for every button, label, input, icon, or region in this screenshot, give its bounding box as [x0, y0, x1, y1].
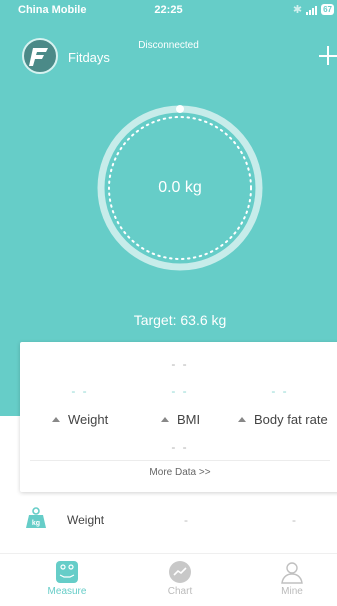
bodyfat-metric[interactable]: Body fat rate [238, 412, 328, 427]
signal-icon [306, 4, 318, 15]
weight-readout: 0.0 kg [158, 179, 202, 196]
clock: 22:25 [154, 4, 183, 16]
dial-indicator [176, 105, 184, 113]
weight-scale-icon: kg [24, 506, 48, 530]
row-divider [0, 553, 337, 554]
svg-text:kg: kg [32, 520, 40, 527]
tab-measure[interactable]: Measure [17, 560, 117, 597]
tab-chart[interactable]: Chart [130, 560, 230, 597]
connection-status: Disconnected [138, 40, 199, 51]
add-button[interactable] [315, 40, 337, 70]
bodyfat-metric-label: Body fat rate [254, 412, 328, 427]
more-data-link[interactable]: More Data >> [20, 467, 337, 478]
triangle-up-icon [52, 417, 60, 422]
weight-row-change: - [292, 513, 296, 527]
bodyfat-value: - - [271, 384, 289, 398]
top-placeholder: - - [171, 357, 189, 371]
weight-row-label: Weight [67, 513, 105, 527]
metrics-card: - - - - - - - - Weight BMI Body fat rate… [20, 342, 337, 492]
battery-icon: 67 [321, 4, 334, 15]
bmi-metric-label: BMI [177, 412, 201, 427]
weight-value: - - [71, 384, 89, 398]
weight-metric-label: Weight [68, 412, 109, 427]
tab-mine-label: Mine [281, 586, 303, 597]
bmi-value: - - [171, 384, 189, 398]
card-divider [30, 460, 330, 461]
chart-icon [168, 560, 192, 584]
scale-icon [55, 560, 79, 584]
triangle-up-icon [161, 417, 169, 422]
app-name: Fitdays [68, 50, 110, 65]
tab-chart-label: Chart [167, 586, 193, 597]
target-weight: Target: 63.6 kg [133, 312, 227, 328]
triangle-up-icon [238, 417, 246, 422]
bottom-placeholder: - - [171, 440, 189, 454]
weight-row-value: - [184, 513, 188, 527]
status-bar: China Mobile 22:25 ✱ 67 [0, 0, 337, 20]
status-icons: ✱ 67 [293, 3, 334, 16]
weight-metric[interactable]: Weight [52, 412, 108, 427]
tab-mine[interactable]: Mine [242, 560, 337, 597]
tab-measure-label: Measure [47, 586, 87, 597]
bluetooth-icon: ✱ [292, 4, 303, 16]
bmi-metric[interactable]: BMI [161, 412, 200, 427]
person-icon [280, 560, 304, 584]
